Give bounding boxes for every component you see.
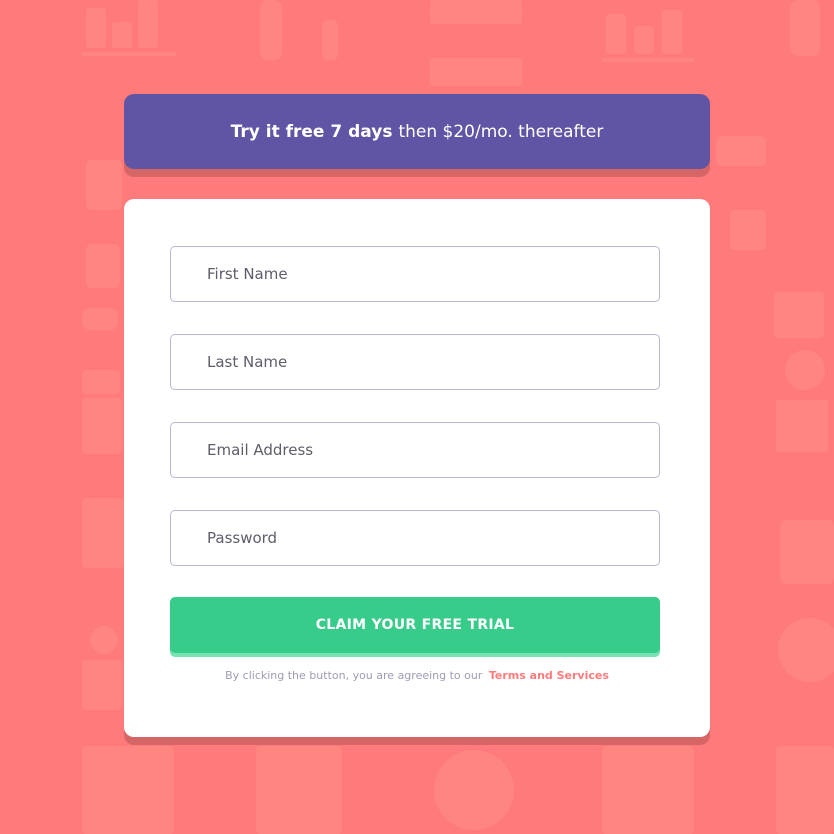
banner-price: then $20/mo. thereafter xyxy=(398,121,604,142)
last-name-input[interactable] xyxy=(170,334,660,390)
claim-free-trial-button[interactable]: CLAIM YOUR FREE TRIAL xyxy=(170,597,660,653)
trial-offer-banner: Try it free 7 days then $20/mo. thereaft… xyxy=(124,94,710,169)
banner-highlight: Try it free 7 days xyxy=(230,121,393,142)
email-input[interactable] xyxy=(170,422,660,478)
signup-form-card: CLAIM YOUR FREE TRIAL By clicking the bu… xyxy=(124,199,710,737)
terms-notice: By clicking the button, you are agreeing… xyxy=(124,669,710,682)
password-input[interactable] xyxy=(170,510,660,566)
terms-link[interactable]: Terms and Services xyxy=(489,669,609,682)
terms-text: By clicking the button, you are agreeing… xyxy=(225,669,483,682)
first-name-input[interactable] xyxy=(170,246,660,302)
